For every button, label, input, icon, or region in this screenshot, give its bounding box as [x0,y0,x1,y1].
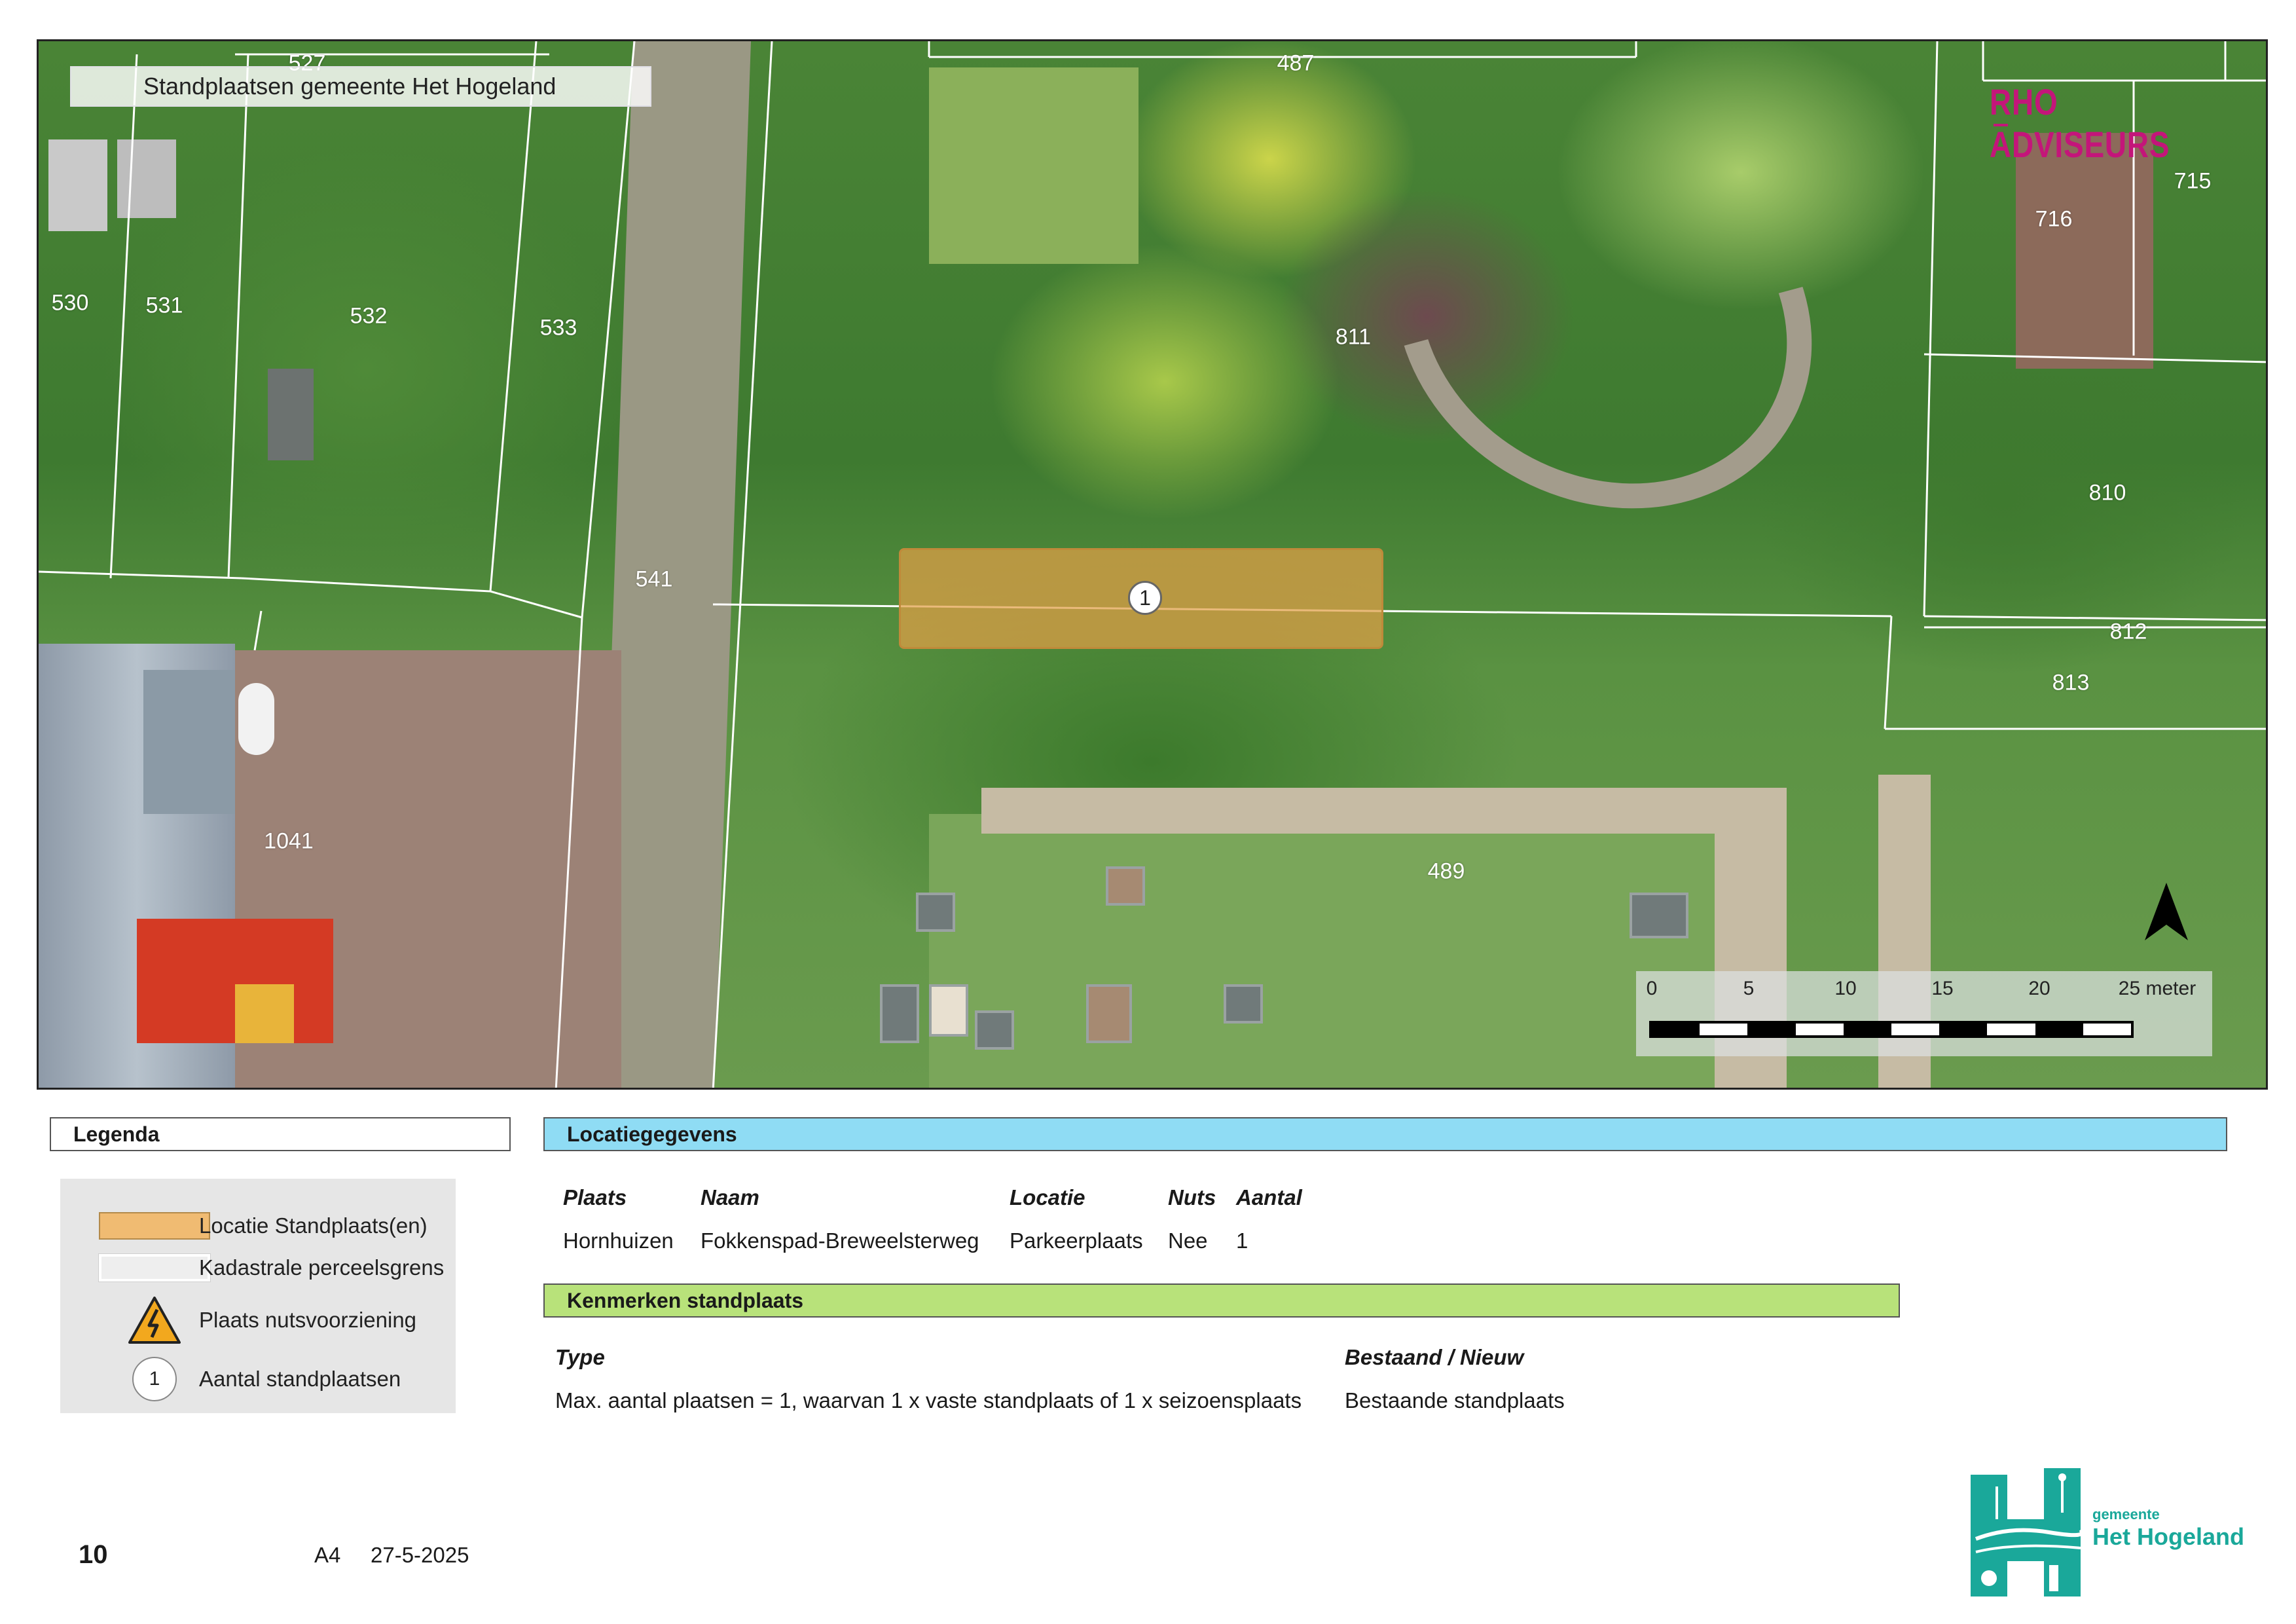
value-locatie: Parkeerplaats [1010,1228,1143,1253]
north-arrow-icon [2145,883,2188,940]
value-naam: Fokkenspad-Breweelsterweg [701,1228,979,1253]
legend-item: Plaats nutsvoorziening [60,1297,456,1344]
parcel-number: 487 [1277,50,1315,76]
parcel-number: 715 [2174,168,2212,194]
scale-label: 0 [1646,978,1658,999]
utility-warning-icon [98,1297,211,1344]
legend-item: Locatie Standplaats(en) [60,1206,456,1246]
count-circle-symbol: 1 [98,1357,211,1401]
brand-logo-underline [1994,124,2008,126]
parcel-number: 810 [2088,480,2126,506]
municipality-name: Het Hogeland [2092,1523,2245,1550]
scale-label: 25 meter [2118,978,2196,999]
kadaster-boundary-symbol [98,1248,211,1287]
legend-label: Kadastrale perceelsgrens [199,1255,445,1280]
parcel-number: 541 [635,566,673,592]
column-header-type: Type [555,1345,605,1369]
legend: Locatie Standplaats(en) Kadastrale perce… [60,1179,456,1413]
parcel-number: 812 [2109,619,2147,644]
map-title: Standplaatsen gemeente Het Hogeland [70,66,651,107]
column-header-locatie: Locatie [1010,1185,1085,1209]
column-header-bestaand-nieuw: Bestaand / Nieuw [1345,1345,1524,1369]
scale-bar: 0 5 10 15 20 25 meter [1636,971,2212,1056]
legend-header: Legenda [50,1117,511,1151]
parcel-number: 533 [539,315,577,341]
column-header-aantal: Aantal [1236,1185,1302,1209]
column-header-naam: Naam [701,1185,759,1209]
legend-item: Kadastrale perceelsgrens [60,1248,456,1287]
parcel-number: 813 [2052,670,2090,695]
legend-label: Aantal standplaatsen [199,1367,401,1391]
parcel-number: 531 [145,293,183,318]
parcel-number: 532 [350,303,388,329]
count-circle-text: 1 [132,1357,177,1401]
parcel-number: 1041 [264,828,314,854]
value-aantal: 1 [1236,1228,1248,1253]
value-nuts: Nee [1168,1228,1208,1253]
municipality-label: gemeente [2092,1506,2160,1522]
scale-label: 15 [1931,978,1954,999]
parcel-number: 489 [1427,858,1465,884]
standplaats-symbol [98,1206,211,1246]
standplaats-count-marker[interactable]: 1 [1128,581,1162,615]
scale-label: 10 [1834,978,1857,999]
legend-item: 1 Aantal standplaatsen [60,1357,456,1401]
parcel-number: 530 [51,290,89,316]
column-header-nuts: Nuts [1168,1185,1216,1209]
value-bestaand-nieuw: Bestaande standplaats [1345,1388,1565,1412]
column-header-plaats: Plaats [563,1185,627,1209]
parcel-number: 716 [2035,206,2073,232]
map-view[interactable]: 527 487 530 531 532 533 716 715 811 810 … [37,39,2268,1090]
brand-logo: RHO ADVISEURS [1990,81,2170,165]
locatie-header: Locatiegegevens [543,1117,2227,1151]
print-date: 27-5-2025 [371,1543,469,1567]
scale-label: 20 [2028,978,2050,999]
legend-label: Locatie Standplaats(en) [199,1213,428,1238]
value-plaats: Hornhuizen [563,1228,674,1253]
paper-size: A4 [314,1543,341,1567]
page-number: 10 [79,1540,108,1569]
value-type: Max. aantal plaatsen = 1, waarvan 1 x va… [555,1388,1302,1412]
municipality-logo-icon [1971,1468,2082,1596]
kenmerken-header: Kenmerken standplaats [543,1283,1900,1318]
scale-label: 5 [1743,978,1755,999]
legend-label: Plaats nutsvoorziening [199,1308,417,1332]
parcel-number: 811 [1335,324,1372,350]
scale-bar-segments [1649,1021,2134,1038]
